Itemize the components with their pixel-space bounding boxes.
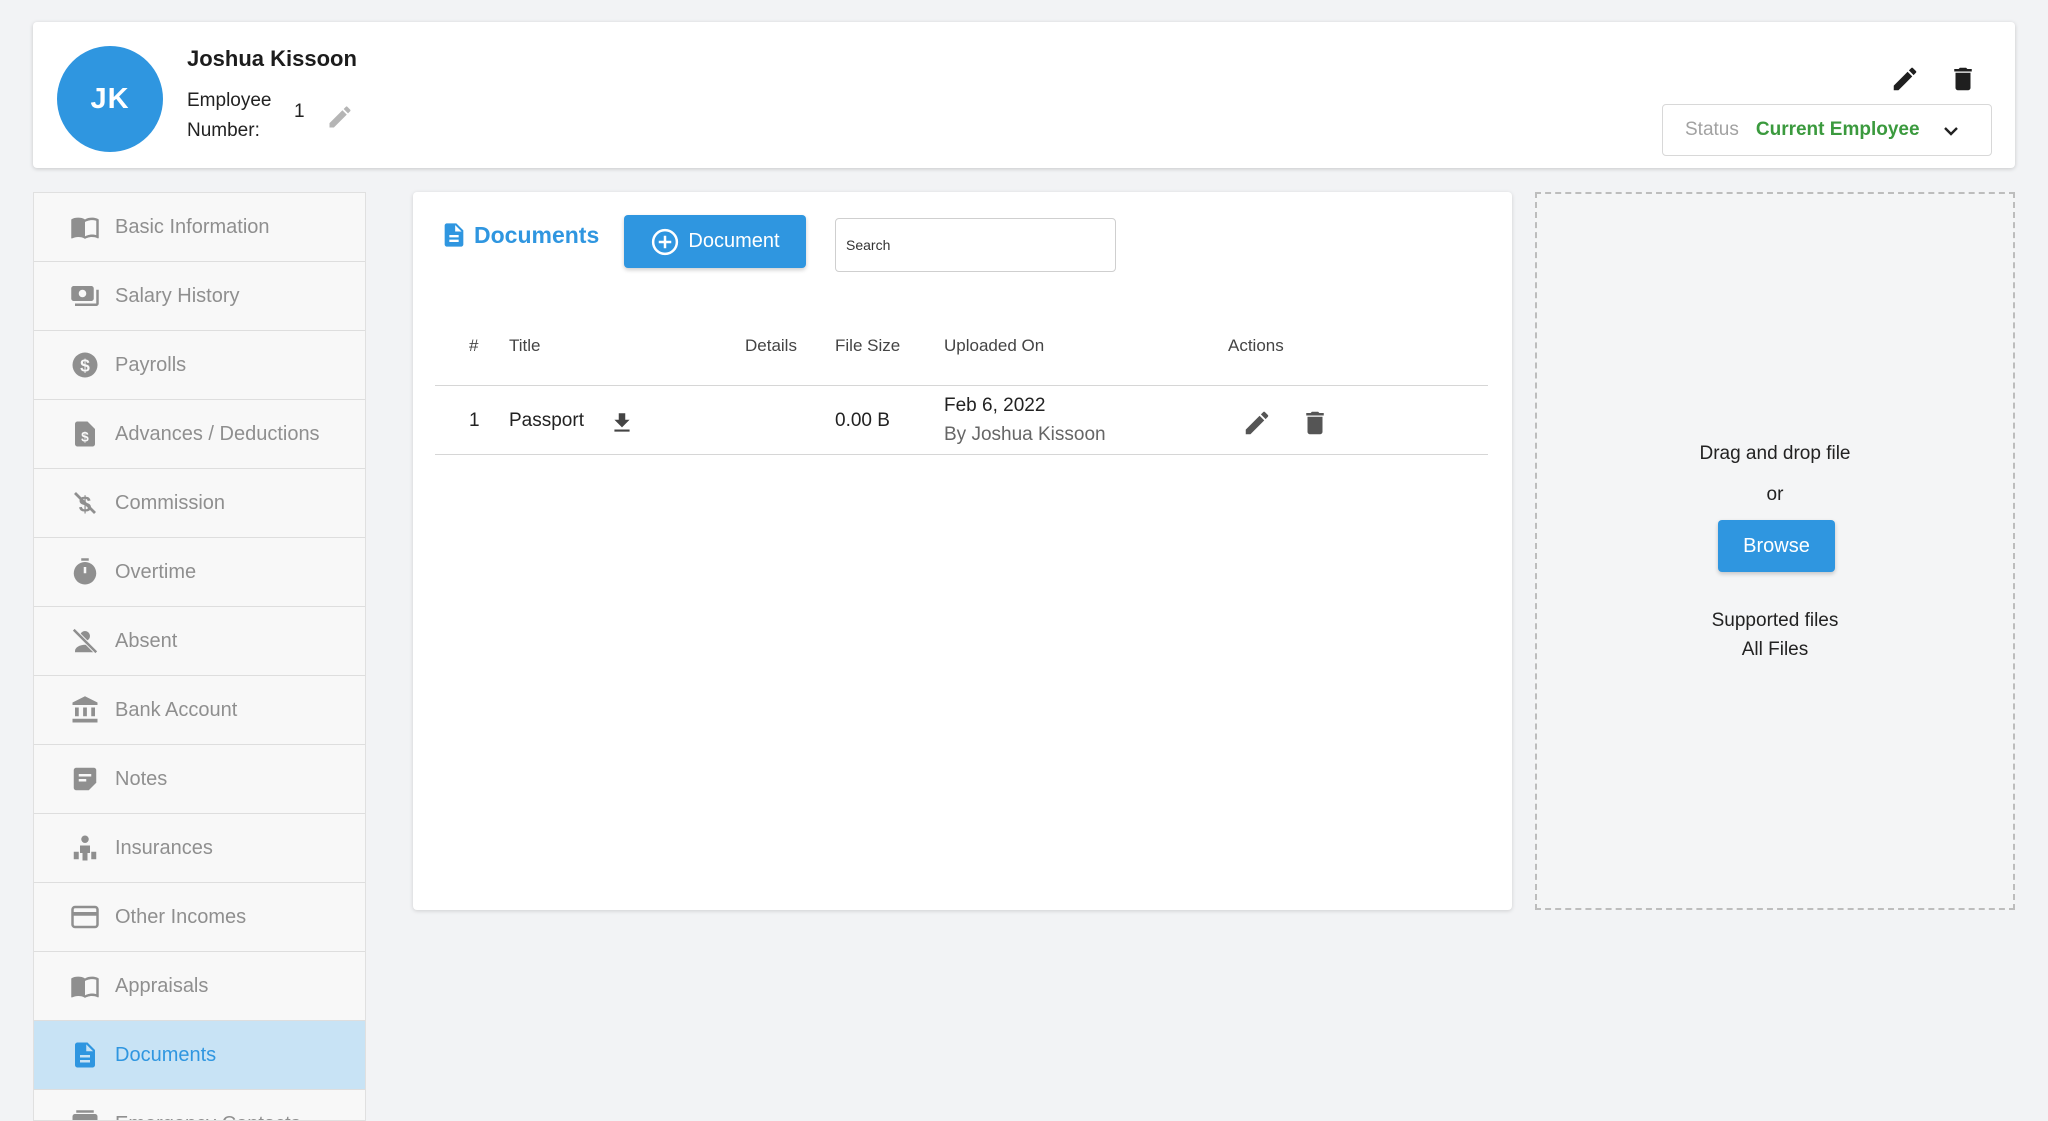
timer-icon — [69, 556, 101, 588]
employee-number-value: 1 — [294, 101, 305, 122]
sidebar-item-label: Other Incomes — [115, 905, 247, 928]
delete-employee-button[interactable] — [1945, 61, 1981, 97]
search-input[interactable] — [835, 218, 1116, 272]
column-header-index: # — [469, 336, 479, 355]
file-drop-zone[interactable]: Drag and drop file or Browse Supported f… — [1535, 192, 2015, 910]
sidebar-item-label: Overtime — [115, 560, 197, 583]
sidebar-item-label: Insurances — [115, 836, 213, 859]
sidebar-item-label: Appraisals — [115, 974, 209, 997]
sidebar-item-label: Absent — [115, 629, 178, 652]
sidebar-item-advances-deductions[interactable]: $ Advances / Deductions — [34, 400, 365, 469]
sidebar-item-insurances[interactable]: Insurances — [34, 814, 365, 883]
document-icon — [440, 218, 470, 252]
sidebar-item-commission[interactable]: $ Commission — [34, 469, 365, 538]
documents-panel: Documents Document # Title Details File … — [413, 192, 1512, 910]
status-select[interactable]: Status Current Employee — [1662, 104, 1992, 156]
sidebar-item-bank-account[interactable]: Bank Account — [34, 676, 365, 745]
add-document-label: Document — [688, 230, 780, 252]
sidebar-item-label: Commission — [115, 491, 226, 514]
browse-button[interactable]: Browse — [1718, 520, 1835, 572]
column-header-title: Title — [509, 336, 541, 355]
svg-text:$: $ — [81, 430, 89, 445]
sidebar-item-overtime[interactable]: Overtime — [34, 538, 365, 607]
row-index: 1 — [469, 410, 480, 431]
trash-icon — [1306, 411, 1324, 435]
book-icon — [69, 211, 101, 243]
status-value: Current Employee — [1755, 119, 1920, 140]
employee-header: JK Joshua Kissoon Employee Number: 1 Sta… — [33, 22, 2015, 168]
add-document-button[interactable]: Document — [624, 215, 806, 268]
trash-icon — [1954, 67, 1972, 91]
book-icon — [69, 970, 101, 1002]
row-file-size: 0.00 B — [835, 410, 890, 431]
pencil-icon — [1245, 411, 1269, 435]
sidebar-item-salary-history[interactable]: Salary History — [34, 262, 365, 331]
column-header-details: Details — [745, 336, 797, 355]
add-circle-icon — [650, 227, 680, 257]
table-divider — [435, 454, 1488, 455]
drop-instruction: Drag and drop file — [1699, 443, 1851, 464]
avatar: JK — [57, 46, 163, 152]
download-icon — [614, 413, 630, 432]
sidebar-item-basic-information[interactable]: Basic Information — [34, 193, 365, 262]
table-divider — [435, 385, 1488, 386]
status-label: Status — [1685, 119, 1739, 140]
edit-employee-button[interactable] — [1887, 61, 1923, 97]
dollar-circle-icon: $ — [69, 349, 101, 381]
dollar-file-icon: $ — [69, 418, 101, 450]
sidebar-item-label: Payrolls — [115, 353, 187, 376]
edit-employee-number-button[interactable] — [325, 102, 355, 132]
sidebar-item-absent[interactable]: Absent — [34, 607, 365, 676]
employee-name: Joshua Kissoon — [187, 46, 357, 71]
sidebar-item-label: Documents — [115, 1043, 217, 1066]
row-title: Passport — [509, 410, 584, 431]
row-uploaded-by: By Joshua Kissoon — [944, 424, 1106, 445]
supported-files-value: All Files — [1741, 639, 1809, 660]
sidebar-item-label: Notes — [115, 767, 168, 790]
sidebar-nav: Basic Information Salary History $ Payro… — [33, 192, 366, 1121]
sidebar-item-emergency-contacts[interactable]: Emergency Contacts — [34, 1090, 365, 1121]
documents-heading: Documents — [440, 218, 599, 252]
edit-document-button[interactable] — [1240, 406, 1274, 440]
sidebar-item-label: Basic Information — [115, 215, 270, 238]
credit-card-icon — [69, 901, 101, 933]
person-insurance-icon — [69, 832, 101, 864]
sidebar-item-appraisals[interactable]: Appraisals — [34, 952, 365, 1021]
drop-or-text: or — [1766, 484, 1784, 505]
bank-icon — [69, 694, 101, 726]
sidebar-item-label: Bank Account — [115, 698, 238, 721]
employee-number-label: Employee Number: — [187, 90, 272, 141]
column-header-actions: Actions — [1228, 336, 1284, 355]
note-icon — [69, 763, 101, 795]
column-header-uploaded-on: Uploaded On — [944, 336, 1045, 355]
money-off-icon: $ — [69, 487, 101, 519]
row-uploaded-date: Feb 6, 2022 — [944, 395, 1046, 416]
download-button[interactable] — [608, 408, 636, 438]
supported-files-label: Supported files — [1711, 610, 1839, 631]
delete-document-button[interactable] — [1298, 406, 1332, 440]
sidebar-item-label: Advances / Deductions — [115, 422, 320, 445]
person-off-icon — [69, 625, 101, 657]
sidebar-item-label: Salary History — [115, 284, 240, 307]
pencil-icon — [1893, 67, 1917, 91]
documents-title: Documents — [474, 221, 600, 248]
contact-card-icon — [69, 1108, 101, 1120]
sidebar-item-other-incomes[interactable]: Other Incomes — [34, 883, 365, 952]
column-header-file-size: File Size — [835, 336, 901, 355]
chevron-down-icon — [1944, 127, 1958, 136]
sidebar-item-payrolls[interactable]: $ Payrolls — [34, 331, 365, 400]
sidebar-item-notes[interactable]: Notes — [34, 745, 365, 814]
document-icon — [69, 1039, 101, 1071]
pencil-icon — [329, 106, 351, 128]
money-icon — [69, 280, 101, 312]
sidebar-item-documents[interactable]: Documents — [34, 1021, 365, 1090]
svg-text:$: $ — [80, 355, 90, 375]
sidebar-item-label: Emergency Contacts — [115, 1113, 301, 1121]
